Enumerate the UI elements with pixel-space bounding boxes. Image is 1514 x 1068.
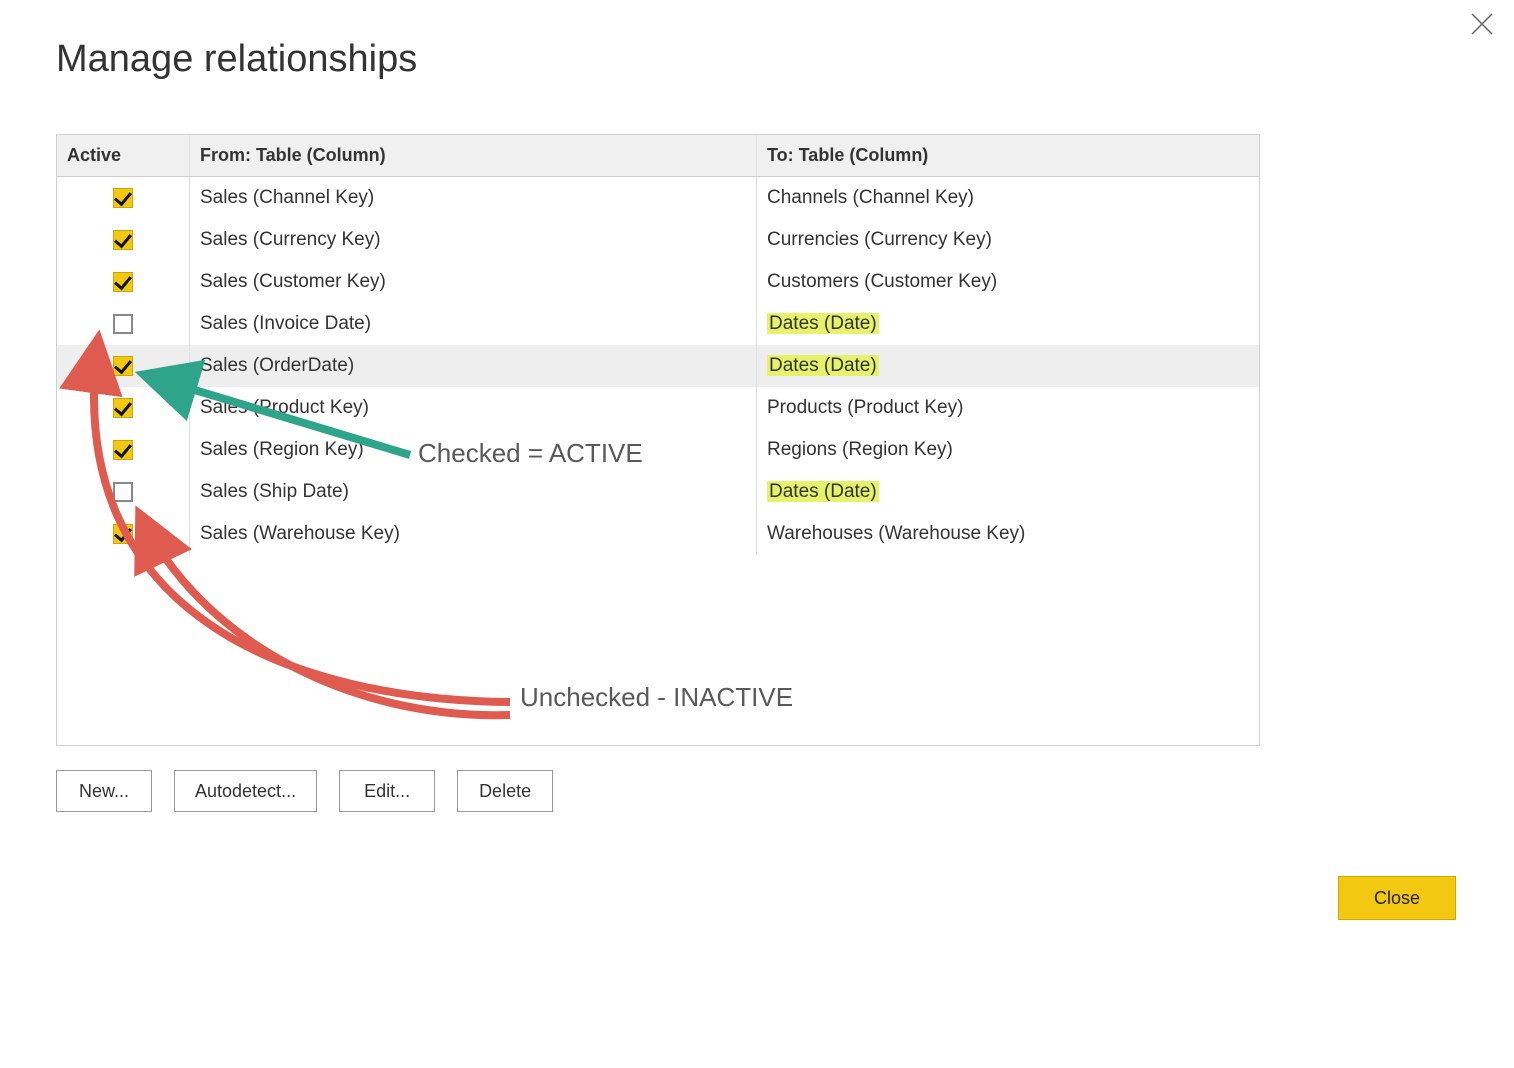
to-cell: Dates (Date)	[757, 345, 1260, 387]
from-cell: Sales (OrderDate)	[190, 345, 757, 387]
relationships-table: Active From: Table (Column) To: Table (C…	[56, 134, 1260, 746]
table-row[interactable]: Sales (OrderDate)Dates (Date)	[57, 345, 1259, 387]
table-row[interactable]: Sales (Invoice Date)Dates (Date)	[57, 303, 1259, 345]
to-cell: Regions (Region Key)	[757, 429, 1260, 471]
table-row[interactable]: Sales (Warehouse Key)Warehouses (Warehou…	[57, 513, 1259, 555]
new-button[interactable]: New...	[56, 770, 152, 812]
checkbox-checked-icon[interactable]	[113, 524, 133, 544]
autodetect-button[interactable]: Autodetect...	[174, 770, 317, 812]
table-row[interactable]: Sales (Region Key)Regions (Region Key)	[57, 429, 1259, 471]
from-cell: Sales (Invoice Date)	[190, 303, 757, 345]
to-cell: Currencies (Currency Key)	[757, 219, 1260, 261]
checkbox-checked-icon[interactable]	[113, 230, 133, 250]
edit-button[interactable]: Edit...	[339, 770, 435, 812]
table-row[interactable]: Sales (Channel Key)Channels (Channel Key…	[57, 177, 1259, 220]
annotation-checked: Checked = ACTIVE	[418, 438, 643, 469]
close-button[interactable]: Close	[1338, 876, 1456, 920]
table-row[interactable]: Sales (Customer Key)Customers (Customer …	[57, 261, 1259, 303]
checkbox-checked-icon[interactable]	[113, 440, 133, 460]
checkbox-unchecked-icon[interactable]	[113, 314, 133, 334]
to-cell: Customers (Customer Key)	[757, 261, 1260, 303]
to-cell: Dates (Date)	[757, 471, 1260, 513]
from-cell: Sales (Channel Key)	[190, 177, 757, 220]
checkbox-unchecked-icon[interactable]	[113, 482, 133, 502]
table-row[interactable]: Sales (Currency Key)Currencies (Currency…	[57, 219, 1259, 261]
from-cell: Sales (Ship Date)	[190, 471, 757, 513]
to-cell: Warehouses (Warehouse Key)	[757, 513, 1260, 555]
annotation-unchecked: Unchecked - INACTIVE	[520, 682, 793, 713]
from-cell: Sales (Customer Key)	[190, 261, 757, 303]
from-cell: Sales (Product Key)	[190, 387, 757, 429]
to-cell: Channels (Channel Key)	[757, 177, 1260, 220]
col-header-to[interactable]: To: Table (Column)	[757, 135, 1260, 177]
col-header-active[interactable]: Active	[57, 135, 190, 177]
col-header-from[interactable]: From: Table (Column)	[190, 135, 757, 177]
table-row[interactable]: Sales (Ship Date)Dates (Date)	[57, 471, 1259, 513]
close-icon[interactable]	[1468, 10, 1496, 38]
dialog-title: Manage relationships	[56, 38, 417, 81]
to-cell: Products (Product Key)	[757, 387, 1260, 429]
from-cell: Sales (Warehouse Key)	[190, 513, 757, 555]
from-cell: Sales (Currency Key)	[190, 219, 757, 261]
table-row[interactable]: Sales (Product Key)Products (Product Key…	[57, 387, 1259, 429]
checkbox-checked-icon[interactable]	[113, 272, 133, 292]
checkbox-checked-icon[interactable]	[113, 356, 133, 376]
to-cell: Dates (Date)	[757, 303, 1260, 345]
checkbox-checked-icon[interactable]	[113, 188, 133, 208]
delete-button[interactable]: Delete	[457, 770, 553, 812]
checkbox-checked-icon[interactable]	[113, 398, 133, 418]
